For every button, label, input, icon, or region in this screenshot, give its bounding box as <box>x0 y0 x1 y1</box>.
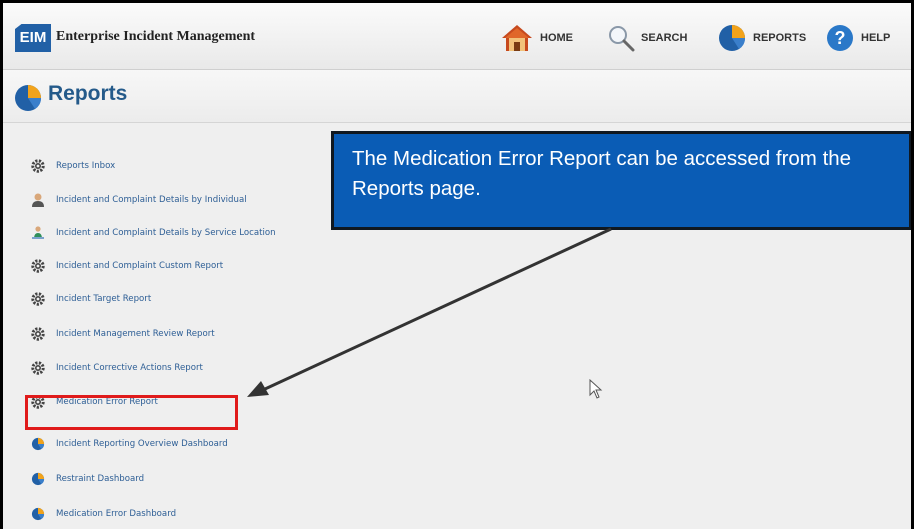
app-window: EIM Enterprise Incident Management HOME … <box>0 0 914 529</box>
mouse-cursor-icon <box>589 379 603 399</box>
callout-arrow <box>247 227 612 397</box>
